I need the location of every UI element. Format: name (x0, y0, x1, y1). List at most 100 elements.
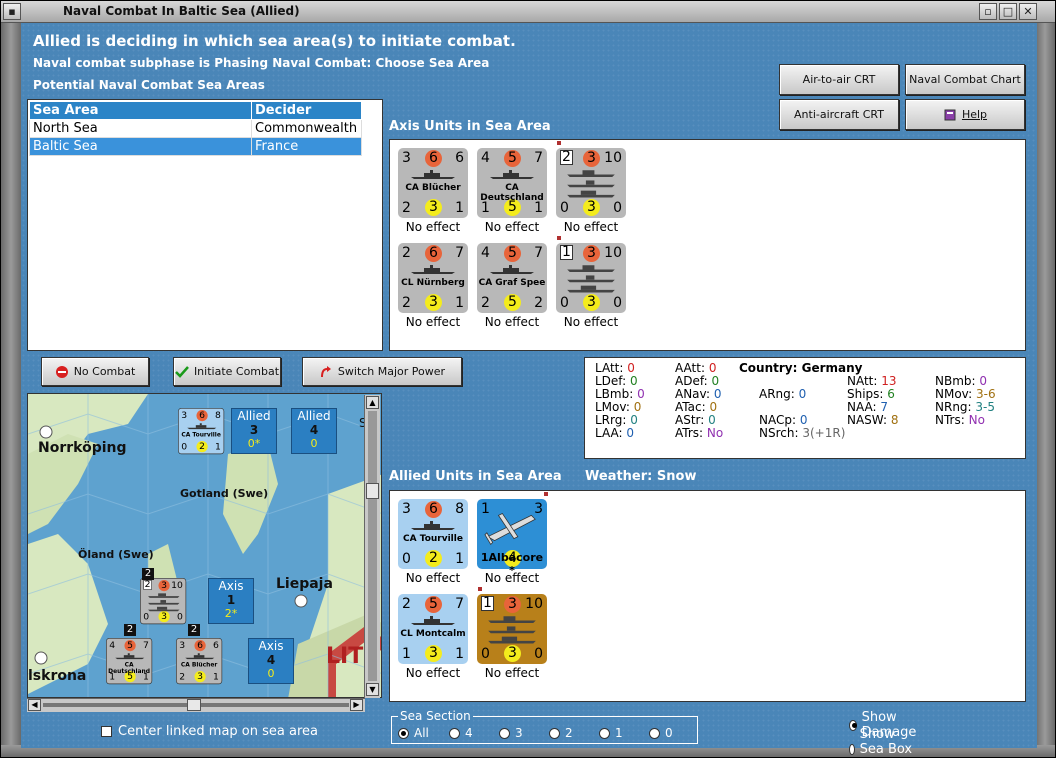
counter-top-mid: 3 (583, 150, 600, 167)
scroll-down-icon[interactable]: ▼ (366, 683, 379, 696)
counter-top-left: 3 (402, 150, 411, 166)
counter-bottom-left: 2 (179, 671, 186, 683)
counter-name: CA Tourville (403, 534, 463, 544)
scroll-up-icon[interactable]: ▲ (366, 396, 379, 409)
counter-top-left: 3 (179, 639, 186, 651)
window-title: Naval Combat In Baltic Sea (Allied) (63, 4, 300, 18)
counter-name: CA Tourville (181, 431, 221, 439)
sea-section-3-radio[interactable]: 3 (499, 726, 523, 740)
scroll-right-icon[interactable]: ▶ (350, 699, 363, 711)
col-sea-area[interactable]: Sea Area (29, 101, 252, 120)
axis-units-panel: 3 6 6 2 3 1 CA Blücher No effect 4 5 7 1 5 1 CA Deutsc… (389, 139, 1026, 351)
table-row[interactable]: North Sea Commonwealth (29, 119, 362, 138)
counter-top-left: 2 (402, 596, 411, 612)
unit-counter[interactable]: 2 3 10 0 3 0 (140, 578, 187, 625)
stat-adef: ADef: 0 (675, 374, 720, 388)
unit-counter[interactable]: 3 6 8 0 2 1 CA Tourville (178, 408, 225, 455)
air-to-air-crt-button[interactable]: Air-to-air CRT (779, 64, 899, 95)
sea-area-list[interactable]: Sea Area Decider North Sea Commonwealth … (27, 99, 383, 351)
unit-counter[interactable]: 4 5 7 1 5 1 CA Deutschland (477, 148, 547, 218)
counter-bottom-right: 1 (213, 671, 219, 683)
hscroll-thumb[interactable] (187, 699, 201, 711)
table-row[interactable]: Baltic Sea France (29, 137, 362, 156)
scroll-thumb[interactable] (366, 483, 379, 499)
help-button[interactable]: Help (905, 99, 1025, 130)
flag-marker (477, 586, 483, 592)
scroll-left-icon[interactable]: ◀ (28, 699, 41, 711)
unit-counter[interactable]: 1 3 10 0 3 0 (556, 243, 626, 313)
checkbox-box[interactable] (101, 726, 112, 737)
map-vertical-scrollbar[interactable]: ▲ ▼ (364, 395, 380, 698)
unit-counter[interactable]: 3 6 8 0 2 1 CA Tourville (398, 499, 468, 569)
close-icon[interactable]: ✕ (1019, 3, 1037, 20)
axis-units-title: Axis Units in Sea Area (389, 119, 551, 134)
linked-map[interactable]: Norrköping Gotland (Swe) Öland (Swe) Lie… (27, 393, 382, 698)
combat-result-caption: No effect (484, 220, 540, 234)
counter-bottom-right: 1 (455, 295, 464, 311)
unit-counter[interactable]: 4 5 7 1 5 1 CA Deutschland (106, 638, 153, 685)
counter-bottom-right: 0 (534, 646, 543, 662)
potential-areas-label: Potential Naval Combat Sea Areas (33, 78, 265, 92)
unit-counter[interactable]: 1 3 10 0 3 0 (477, 594, 547, 664)
maximize-icon[interactable]: □ (999, 3, 1017, 20)
unit-counter[interactable]: 2 6 7 2 3 1 CL Nürnberg (398, 243, 468, 313)
stat-nbmb: NBmb: 0 (935, 374, 988, 388)
counter-top-right: 7 (534, 245, 543, 261)
unit-counter[interactable]: 2 3 10 0 3 0 (556, 148, 626, 218)
stat-atrs: ATrs: No (675, 426, 724, 440)
flag-marker (543, 491, 549, 497)
counter-top-left: 1 (481, 596, 494, 611)
show-sea-box-sections-radio[interactable]: Show Sea Box Sections (849, 727, 920, 757)
stat-lrrg: LRrg: 0 (595, 413, 638, 427)
unit-counter[interactable]: 3 6 6 2 3 1 CA Blücher (398, 148, 468, 218)
col-decider[interactable]: Decider (251, 101, 362, 120)
counter-top-right: 7 (143, 639, 149, 651)
sea-section-2-radio[interactable]: 2 (549, 726, 573, 740)
map-horizontal-scrollbar[interactable]: ◀ ▶ (27, 698, 365, 712)
combat-result-caption: No effect (484, 666, 540, 680)
stack-side: Allied (297, 409, 331, 423)
menu-icon[interactable]: ▪ (3, 3, 21, 20)
warship-icon (411, 265, 455, 274)
map-stack-marker[interactable]: Axis 4 0 (248, 638, 294, 684)
sea-section-4-radio[interactable]: 4 (449, 726, 473, 740)
stat-arng: ARng: 0 (759, 387, 807, 401)
map-stack-marker[interactable]: Allied 3 0* (231, 408, 277, 454)
map-stack-marker[interactable]: Allied 4 0 (291, 408, 337, 454)
unit-counter[interactable]: 3 6 6 2 3 1 CA Blücher (176, 638, 223, 685)
title-bar[interactable]: ▪ Naval Combat In Baltic Sea (Allied) ▫ … (1, 1, 1055, 23)
naval-combat-chart-button[interactable]: Naval Combat Chart (905, 64, 1025, 95)
unit-counter[interactable]: 2 5 7 1 3 1 CL Montcalm (398, 594, 468, 664)
stack-count-badge: 2 (124, 624, 136, 636)
minimize-icon[interactable]: ▫ (979, 3, 997, 20)
counter-top-mid: 5 (504, 150, 521, 167)
stat-ntrs: NTrs: No (935, 413, 985, 427)
counter-name: CA Graf Spee (478, 278, 546, 288)
switch-major-power-button[interactable]: Switch Major Power (302, 357, 462, 386)
scroll-track (368, 411, 377, 681)
anti-aircraft-crt-button[interactable]: Anti-aircraft CRT (779, 99, 899, 130)
map-stack-marker[interactable]: Axis 1 2* (208, 578, 254, 624)
allied-units-panel: 3 6 8 0 2 1 CA Tourville No effect 1 3 4 1Albacore … (389, 490, 1026, 702)
counter-top-right: 10 (525, 596, 543, 612)
initiate-combat-button[interactable]: Initiate Combat (173, 357, 281, 386)
stat-atac: ATac: 0 (675, 400, 718, 414)
stack-count: 3 (249, 423, 259, 437)
unit-counter[interactable]: 1 3 4 1Albacore * (477, 499, 547, 577)
unit-counter[interactable]: 4 5 7 2 5 2 CA Graf Spee (477, 243, 547, 313)
book-icon (944, 109, 956, 120)
stat-laa: LAA: 0 (595, 426, 635, 440)
center-map-checkbox[interactable]: Center linked map on sea area (101, 724, 318, 739)
stat-anav: ANav: 0 (675, 387, 722, 401)
counter-bottom-left: 0 (560, 295, 569, 311)
stat-natt: NAtt: 13 (847, 374, 897, 388)
counter-top-right: 7 (455, 596, 464, 612)
stack-air: 0 (267, 667, 275, 680)
stat-lmov: LMov: 0 (595, 400, 642, 414)
status-heading: Allied is deciding in which sea area(s) … (33, 32, 516, 50)
no-combat-button[interactable]: No Combat (41, 357, 149, 386)
sea-section-0-radio[interactable]: 0 (649, 726, 673, 740)
sea-section-all-radio[interactable]: All (398, 726, 429, 740)
sea-section-1-radio[interactable]: 1 (599, 726, 623, 740)
combat-result-caption: No effect (405, 571, 461, 585)
